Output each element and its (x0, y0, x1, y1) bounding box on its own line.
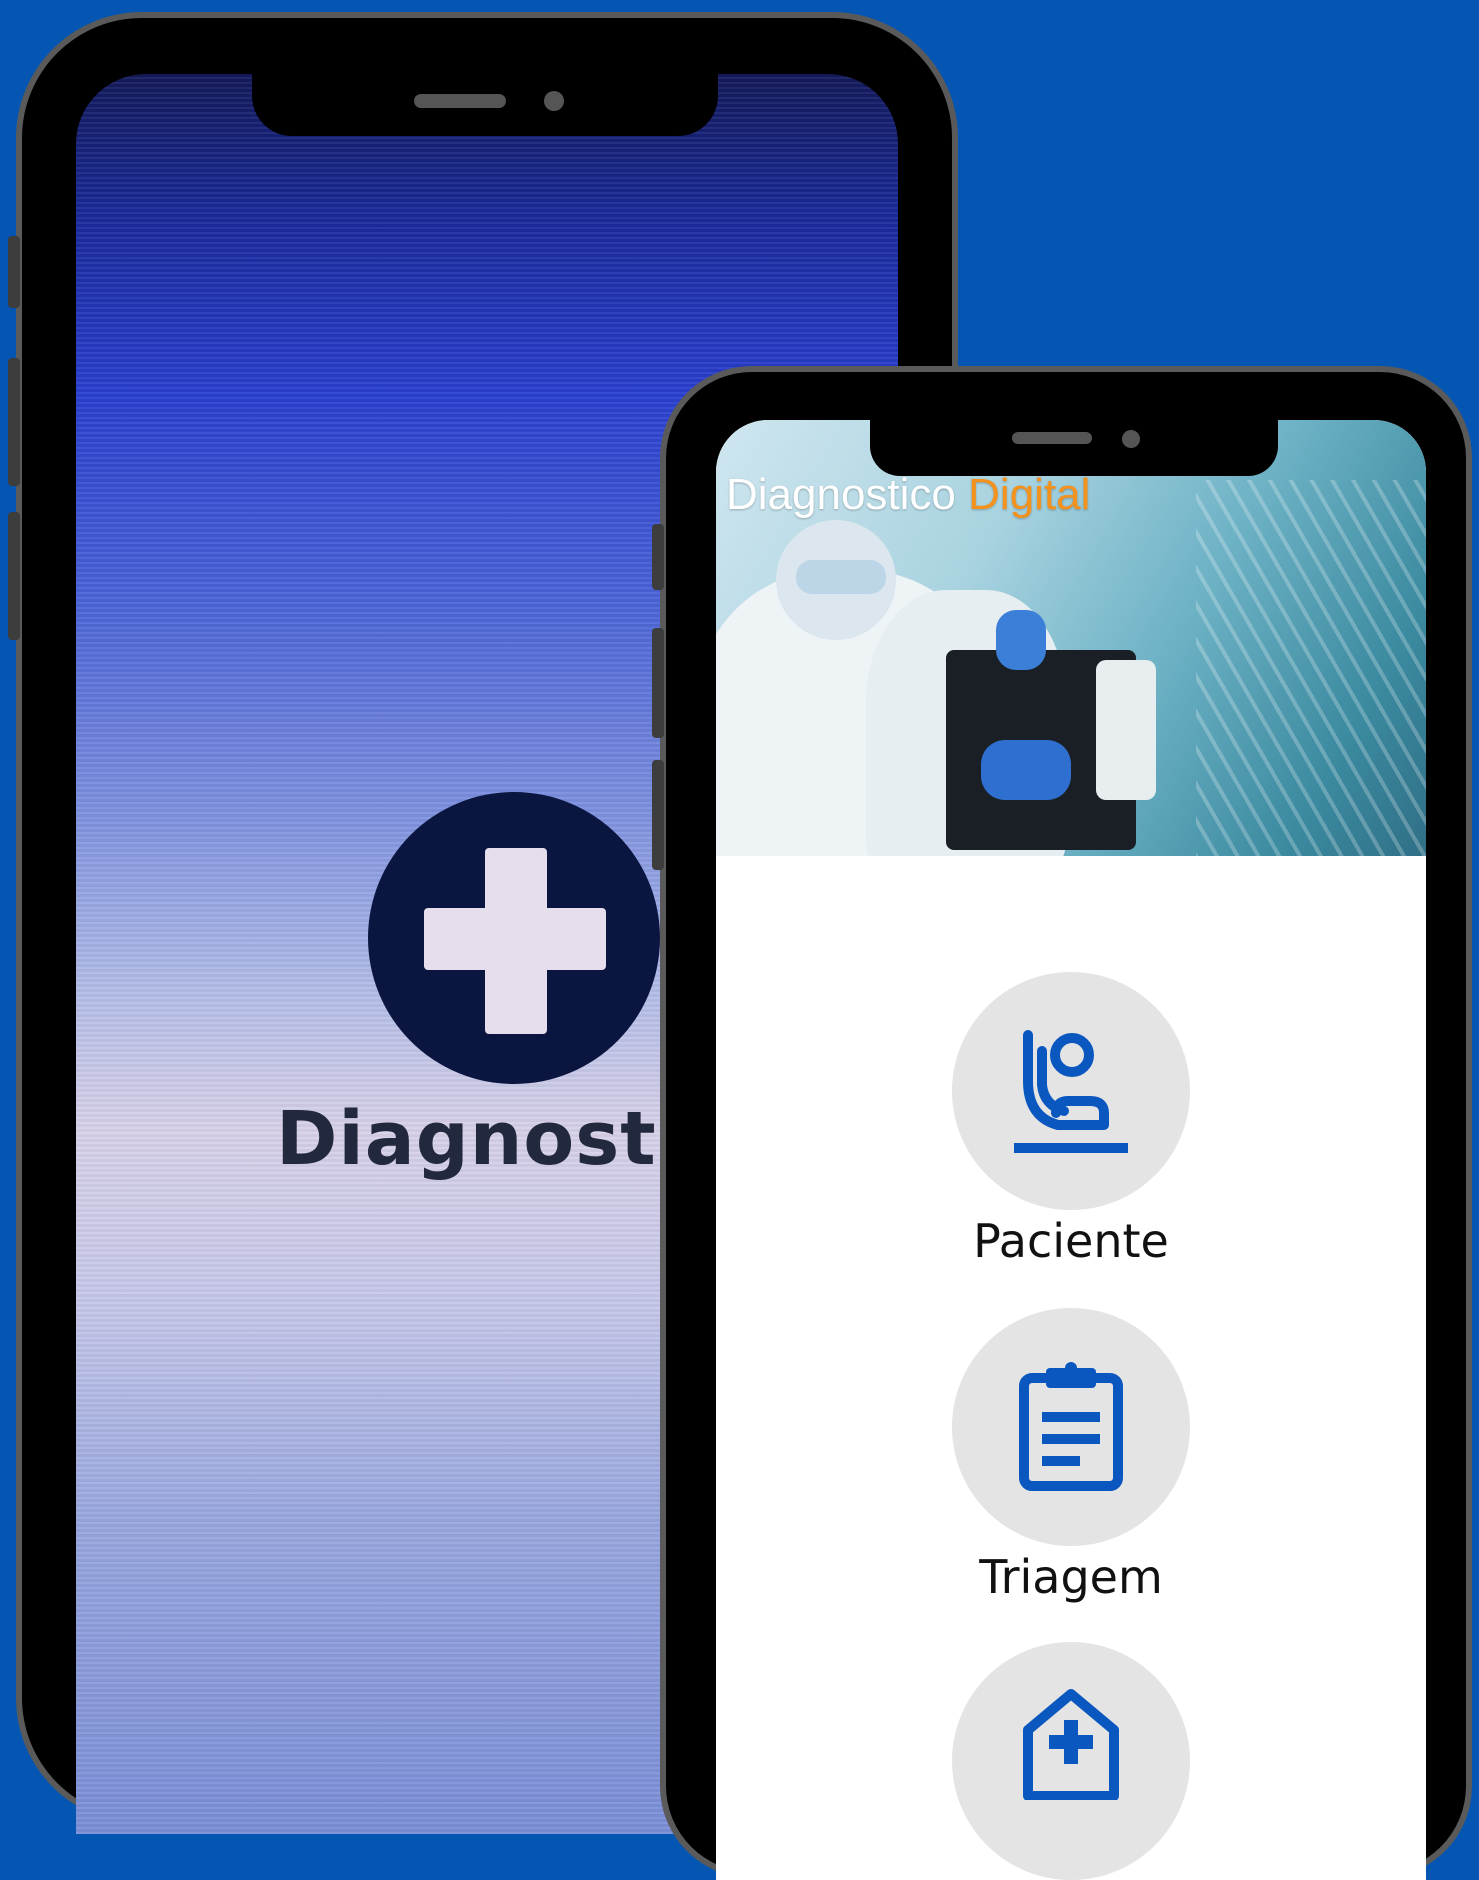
menu-item-hospital-circle[interactable] (952, 1642, 1190, 1880)
front-camera (544, 91, 564, 111)
app-screen: Diagnostico Digital Paciente Triagem (716, 420, 1426, 1880)
speaker-grille (1012, 432, 1092, 444)
side-button (652, 524, 664, 590)
menu-item-triagem-label: Triagem (979, 1550, 1163, 1604)
phone-notch (252, 74, 718, 136)
menu-item-paciente-label: Paciente (973, 1214, 1169, 1268)
hospital-icon (1023, 1689, 1119, 1800)
volume-up-button (652, 628, 664, 738)
patient-icon (1014, 1030, 1128, 1153)
hero-banner-image: Diagnostico Digital (716, 420, 1426, 856)
clipboard-icon (1019, 1362, 1123, 1491)
app-title: Diagnostico Digital (726, 470, 1090, 520)
speaker-grille (414, 94, 506, 108)
app-title-accent: Digital (968, 470, 1091, 519)
side-button (8, 236, 20, 308)
app-title-primary: Diagnostico (726, 470, 956, 519)
menu-item-triagem-circle[interactable] (952, 1308, 1190, 1546)
front-camera (1122, 430, 1140, 448)
volume-up-button (8, 358, 20, 486)
phone-notch (870, 420, 1278, 476)
medical-cross-logo (368, 792, 660, 1084)
menu-item-paciente-circle[interactable] (952, 972, 1190, 1210)
menu-phone-frame: Diagnostico Digital Paciente Triagem (652, 372, 1466, 1880)
volume-down-button (8, 512, 20, 640)
volume-down-button (652, 760, 664, 870)
